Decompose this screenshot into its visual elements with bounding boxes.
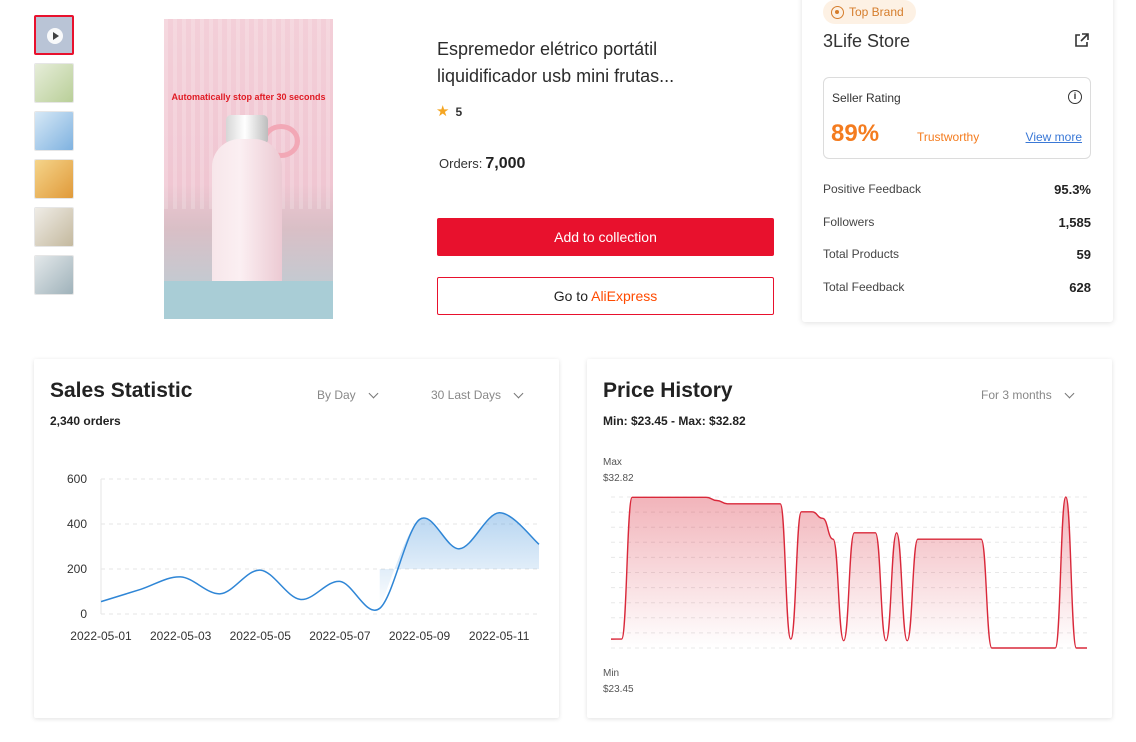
product-title: Espremedor elétrico portátil liquidifica… bbox=[437, 39, 675, 86]
price-chart: Max $32.82 Min $23.45 bbox=[603, 457, 1087, 695]
aliexpress-brand: AliExpress bbox=[591, 288, 658, 304]
stat-row: Total Feedback 628 bbox=[823, 280, 1091, 295]
info-icon[interactable]: i bbox=[1068, 90, 1082, 104]
y-tick-label: 200 bbox=[67, 562, 87, 576]
y-tick-label: 600 bbox=[67, 472, 87, 486]
goto-prefix: Go to bbox=[553, 288, 588, 304]
trust-label: Trustworthy bbox=[917, 130, 980, 144]
max-label: Max bbox=[603, 457, 622, 468]
product-image: Automatically stop after 30 seconds bbox=[164, 19, 333, 319]
orders-label: Orders: bbox=[439, 156, 483, 171]
y-tick-label: 0 bbox=[80, 607, 87, 621]
go-to-aliexpress-button[interactable]: Go to AliExpress bbox=[437, 277, 774, 315]
medal-icon bbox=[831, 5, 844, 19]
external-link-icon[interactable] bbox=[1074, 33, 1089, 48]
max-value: $32.82 bbox=[603, 473, 634, 484]
stat-row: Positive Feedback 95.3% bbox=[823, 182, 1091, 197]
stat-row: Followers 1,585 bbox=[823, 215, 1091, 230]
sales-statistic-card: Sales Statistic 2,340 orders By Day 30 L… bbox=[34, 359, 559, 718]
x-tick-label: 2022-05-09 bbox=[389, 629, 451, 643]
price-history-card: Price History Min: $23.45 - Max: $32.82 … bbox=[587, 359, 1112, 718]
x-tick-label: 2022-05-01 bbox=[70, 629, 132, 643]
star-icon: ★ bbox=[436, 103, 450, 120]
product-rating: ★ 5 bbox=[436, 104, 462, 119]
x-tick-label: 2022-05-05 bbox=[230, 629, 292, 643]
stat-value: 59 bbox=[1076, 247, 1091, 262]
sales-chart: 0 200 400 600 2022-05-01 2022-05-03 2022-05-05… bbox=[67, 472, 540, 643]
badge-label: Top Brand bbox=[849, 5, 904, 19]
stat-value: 628 bbox=[1069, 280, 1091, 295]
rating-value: 5 bbox=[455, 104, 463, 119]
seller-rating-value: 89% bbox=[831, 120, 880, 147]
min-label: Min bbox=[603, 668, 619, 679]
x-tick-label: 2022-05-03 bbox=[150, 629, 212, 643]
play-icon bbox=[47, 28, 63, 44]
stat-row: Total Products 59 bbox=[823, 247, 1091, 262]
thumbnail[interactable] bbox=[34, 63, 74, 103]
stat-label: Positive Feedback bbox=[823, 182, 922, 196]
thumbnail[interactable] bbox=[34, 255, 74, 295]
seller-rating-label: Seller Rating bbox=[832, 91, 901, 105]
orders-value: 7,000 bbox=[485, 155, 526, 172]
top-brand-badge: Top Brand bbox=[823, 0, 916, 24]
stat-value: 95.3% bbox=[1054, 182, 1091, 197]
x-tick-label: 2022-05-11 bbox=[469, 629, 530, 643]
stat-label: Followers bbox=[823, 215, 875, 229]
orders: Orders: 7,000 bbox=[439, 155, 525, 173]
sales-area bbox=[379, 512, 539, 609]
min-value: $23.45 bbox=[603, 684, 634, 695]
seller-rating-box: Seller Rating i 89% Trustworthy View mor… bbox=[823, 77, 1091, 159]
add-to-collection-button[interactable]: Add to collection bbox=[437, 218, 774, 256]
view-more-link[interactable]: View more bbox=[1026, 130, 1082, 144]
stat-label: Total Feedback bbox=[823, 280, 905, 294]
store-card: Top Brand 3Life Store Seller Rating i 89… bbox=[802, 0, 1113, 322]
stat-label: Total Products bbox=[823, 247, 900, 261]
thumbnail[interactable] bbox=[34, 111, 74, 151]
thumbnail-list bbox=[34, 15, 74, 303]
y-tick-label: 400 bbox=[67, 517, 87, 531]
price-area bbox=[611, 497, 1087, 648]
store-name: 3Life Store bbox=[823, 31, 911, 51]
stat-value: 1,585 bbox=[1058, 215, 1091, 230]
thumbnail-video[interactable] bbox=[34, 15, 74, 55]
thumbnail[interactable] bbox=[34, 159, 74, 199]
x-tick-label: 2022-05-07 bbox=[309, 629, 371, 643]
image-overlay-text: Automatically stop after 30 seconds bbox=[171, 92, 326, 102]
thumbnail[interactable] bbox=[34, 207, 74, 247]
